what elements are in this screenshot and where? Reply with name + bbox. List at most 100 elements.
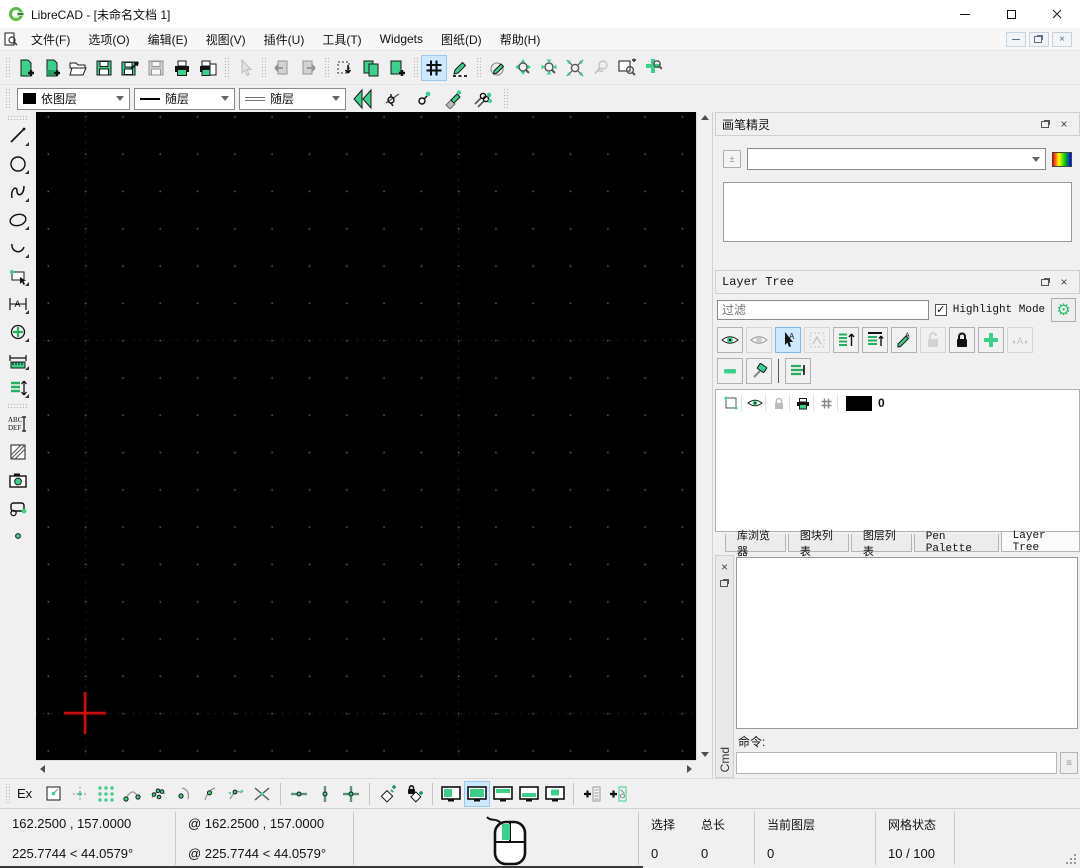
- scroll-up-arrow[interactable]: [701, 115, 709, 120]
- move-layer-up-button[interactable]: [833, 327, 859, 353]
- restrict-orthogonal-button[interactable]: [338, 781, 364, 807]
- draft-mode-button[interactable]: [447, 55, 473, 81]
- measure-tool-button[interactable]: [5, 347, 31, 372]
- mdi-close-button[interactable]: ×: [1052, 32, 1072, 47]
- layer-print-icon[interactable]: [792, 394, 814, 412]
- open-file-button[interactable]: [65, 55, 91, 81]
- save-button[interactable]: [91, 55, 117, 81]
- move-layer-to-top-button[interactable]: [862, 327, 888, 353]
- modify-layer-button[interactable]: [746, 358, 772, 384]
- tab-block-list[interactable]: 图块列表: [788, 534, 849, 552]
- pick-attributes-button[interactable]: [410, 86, 436, 112]
- line-width-combo[interactable]: 随层: [239, 88, 346, 110]
- copy-button[interactable]: [358, 55, 384, 81]
- float-panel-icon[interactable]: [1037, 116, 1055, 132]
- dock-full-button[interactable]: [464, 781, 490, 807]
- line-tool-button[interactable]: [5, 123, 31, 148]
- lock-relative-zero-button[interactable]: [401, 781, 427, 807]
- close-button[interactable]: [1034, 0, 1080, 28]
- remove-layer-button[interactable]: [717, 358, 743, 384]
- tab-layer-tree[interactable]: Layer Tree: [1001, 532, 1080, 552]
- add-command-widget-button[interactable]: [579, 781, 605, 807]
- rename-layer-button[interactable]: A: [891, 327, 917, 353]
- scroll-left-arrow[interactable]: [40, 765, 45, 773]
- previous-view-button[interactable]: [588, 55, 614, 81]
- command-options-icon[interactable]: ≡: [1060, 752, 1078, 774]
- back-button[interactable]: [350, 86, 376, 112]
- drawing-canvas[interactable]: [36, 112, 696, 760]
- selection-pointer-button[interactable]: [232, 55, 258, 81]
- tab-pen-palette[interactable]: Pen Palette: [914, 534, 999, 552]
- toolbar-drag-handle[interactable]: [5, 57, 10, 79]
- frame-icon[interactable]: [720, 394, 742, 412]
- block-tool-button[interactable]: [5, 495, 31, 520]
- mdi-restore-button[interactable]: [1029, 32, 1049, 47]
- float-panel-icon[interactable]: [1037, 274, 1055, 290]
- hide-all-layers-button[interactable]: [746, 327, 772, 353]
- pen-wizard-spin-button[interactable]: ±: [723, 150, 741, 168]
- highlight-mode-checkbox[interactable]: ✓: [935, 304, 947, 316]
- apply-pen-to-entity-button[interactable]: [440, 86, 466, 112]
- pen-color-combo[interactable]: 依图层: [17, 88, 130, 110]
- restrict-vertical-button[interactable]: [312, 781, 338, 807]
- zoom-pan-button[interactable]: [640, 55, 666, 81]
- print-button[interactable]: [169, 55, 195, 81]
- auto-zoom-button[interactable]: [562, 55, 588, 81]
- match-layer-button[interactable]: A: [1007, 327, 1033, 353]
- layer-list[interactable]: 0: [715, 389, 1080, 532]
- arc-tool-button[interactable]: [5, 235, 31, 260]
- redo-button[interactable]: [295, 55, 321, 81]
- line-type-combo[interactable]: 随层: [134, 88, 235, 110]
- close-panel-icon[interactable]: ×: [716, 559, 734, 575]
- print-preview-button[interactable]: [195, 55, 221, 81]
- clear-selection-button[interactable]: [332, 55, 358, 81]
- tab-layer-list[interactable]: 图层列表: [851, 534, 912, 552]
- select-layer-cursor-button[interactable]: A: [775, 327, 801, 353]
- close-panel-icon[interactable]: ×: [1055, 116, 1073, 132]
- pen-wizard-combo[interactable]: [747, 148, 1046, 170]
- pen-wizard-list[interactable]: [723, 182, 1072, 242]
- copy-attributes-button[interactable]: [470, 86, 496, 112]
- grid-toggle-button[interactable]: [421, 55, 447, 81]
- menu-edit[interactable]: 编辑(E): [139, 28, 197, 51]
- menu-widgets[interactable]: Widgets: [371, 29, 432, 49]
- vertical-scrollbar[interactable]: [696, 112, 712, 760]
- spline-tool-button[interactable]: [5, 179, 31, 204]
- select-tool-button[interactable]: [5, 263, 31, 288]
- snap-grid-button[interactable]: [67, 781, 93, 807]
- menu-tools[interactable]: 工具(T): [313, 28, 370, 51]
- text-tool-button[interactable]: ABCDEF: [5, 411, 31, 436]
- close-panel-icon[interactable]: ×: [1055, 274, 1073, 290]
- scroll-right-arrow[interactable]: [687, 765, 692, 773]
- show-all-layers-button[interactable]: [717, 327, 743, 353]
- layer-visible-eye-icon[interactable]: [744, 394, 766, 412]
- snap-middle-button[interactable]: [197, 781, 223, 807]
- menu-plugins[interactable]: 插件(U): [255, 28, 314, 51]
- toolbar-drag-handle[interactable]: [5, 783, 10, 805]
- mdi-minimize-button[interactable]: [1006, 32, 1026, 47]
- image-tool-button[interactable]: [5, 467, 31, 492]
- zoom-window-button[interactable]: [614, 55, 640, 81]
- zoom-out-button[interactable]: [536, 55, 562, 81]
- pick-pen-from-entity-button[interactable]: [380, 86, 406, 112]
- layer-filter-input[interactable]: [717, 300, 929, 320]
- resize-grip[interactable]: [1066, 854, 1078, 866]
- add-layer-button[interactable]: [978, 327, 1004, 353]
- menu-drawings[interactable]: 图纸(D): [432, 28, 491, 51]
- snap-free-button[interactable]: [41, 781, 67, 807]
- lock-all-layers-button[interactable]: [949, 327, 975, 353]
- redraw-button[interactable]: [484, 55, 510, 81]
- new-from-template-button[interactable]: [39, 55, 65, 81]
- toolbar-drag-handle[interactable]: [476, 57, 481, 79]
- order-tool-button[interactable]: [5, 375, 31, 400]
- new-document-button[interactable]: [13, 55, 39, 81]
- layer-color-swatch[interactable]: [846, 396, 872, 411]
- toolbar-drag-handle[interactable]: [261, 57, 266, 79]
- deselect-layer-button[interactable]: [804, 327, 830, 353]
- gear-icon[interactable]: ⚙: [1051, 298, 1076, 322]
- circle-tool-button[interactable]: [5, 151, 31, 176]
- color-palette-button[interactable]: [1052, 152, 1072, 167]
- horizontal-scrollbar[interactable]: [36, 760, 696, 777]
- scroll-down-arrow[interactable]: [701, 752, 709, 757]
- layer-lock-icon[interactable]: [768, 394, 790, 412]
